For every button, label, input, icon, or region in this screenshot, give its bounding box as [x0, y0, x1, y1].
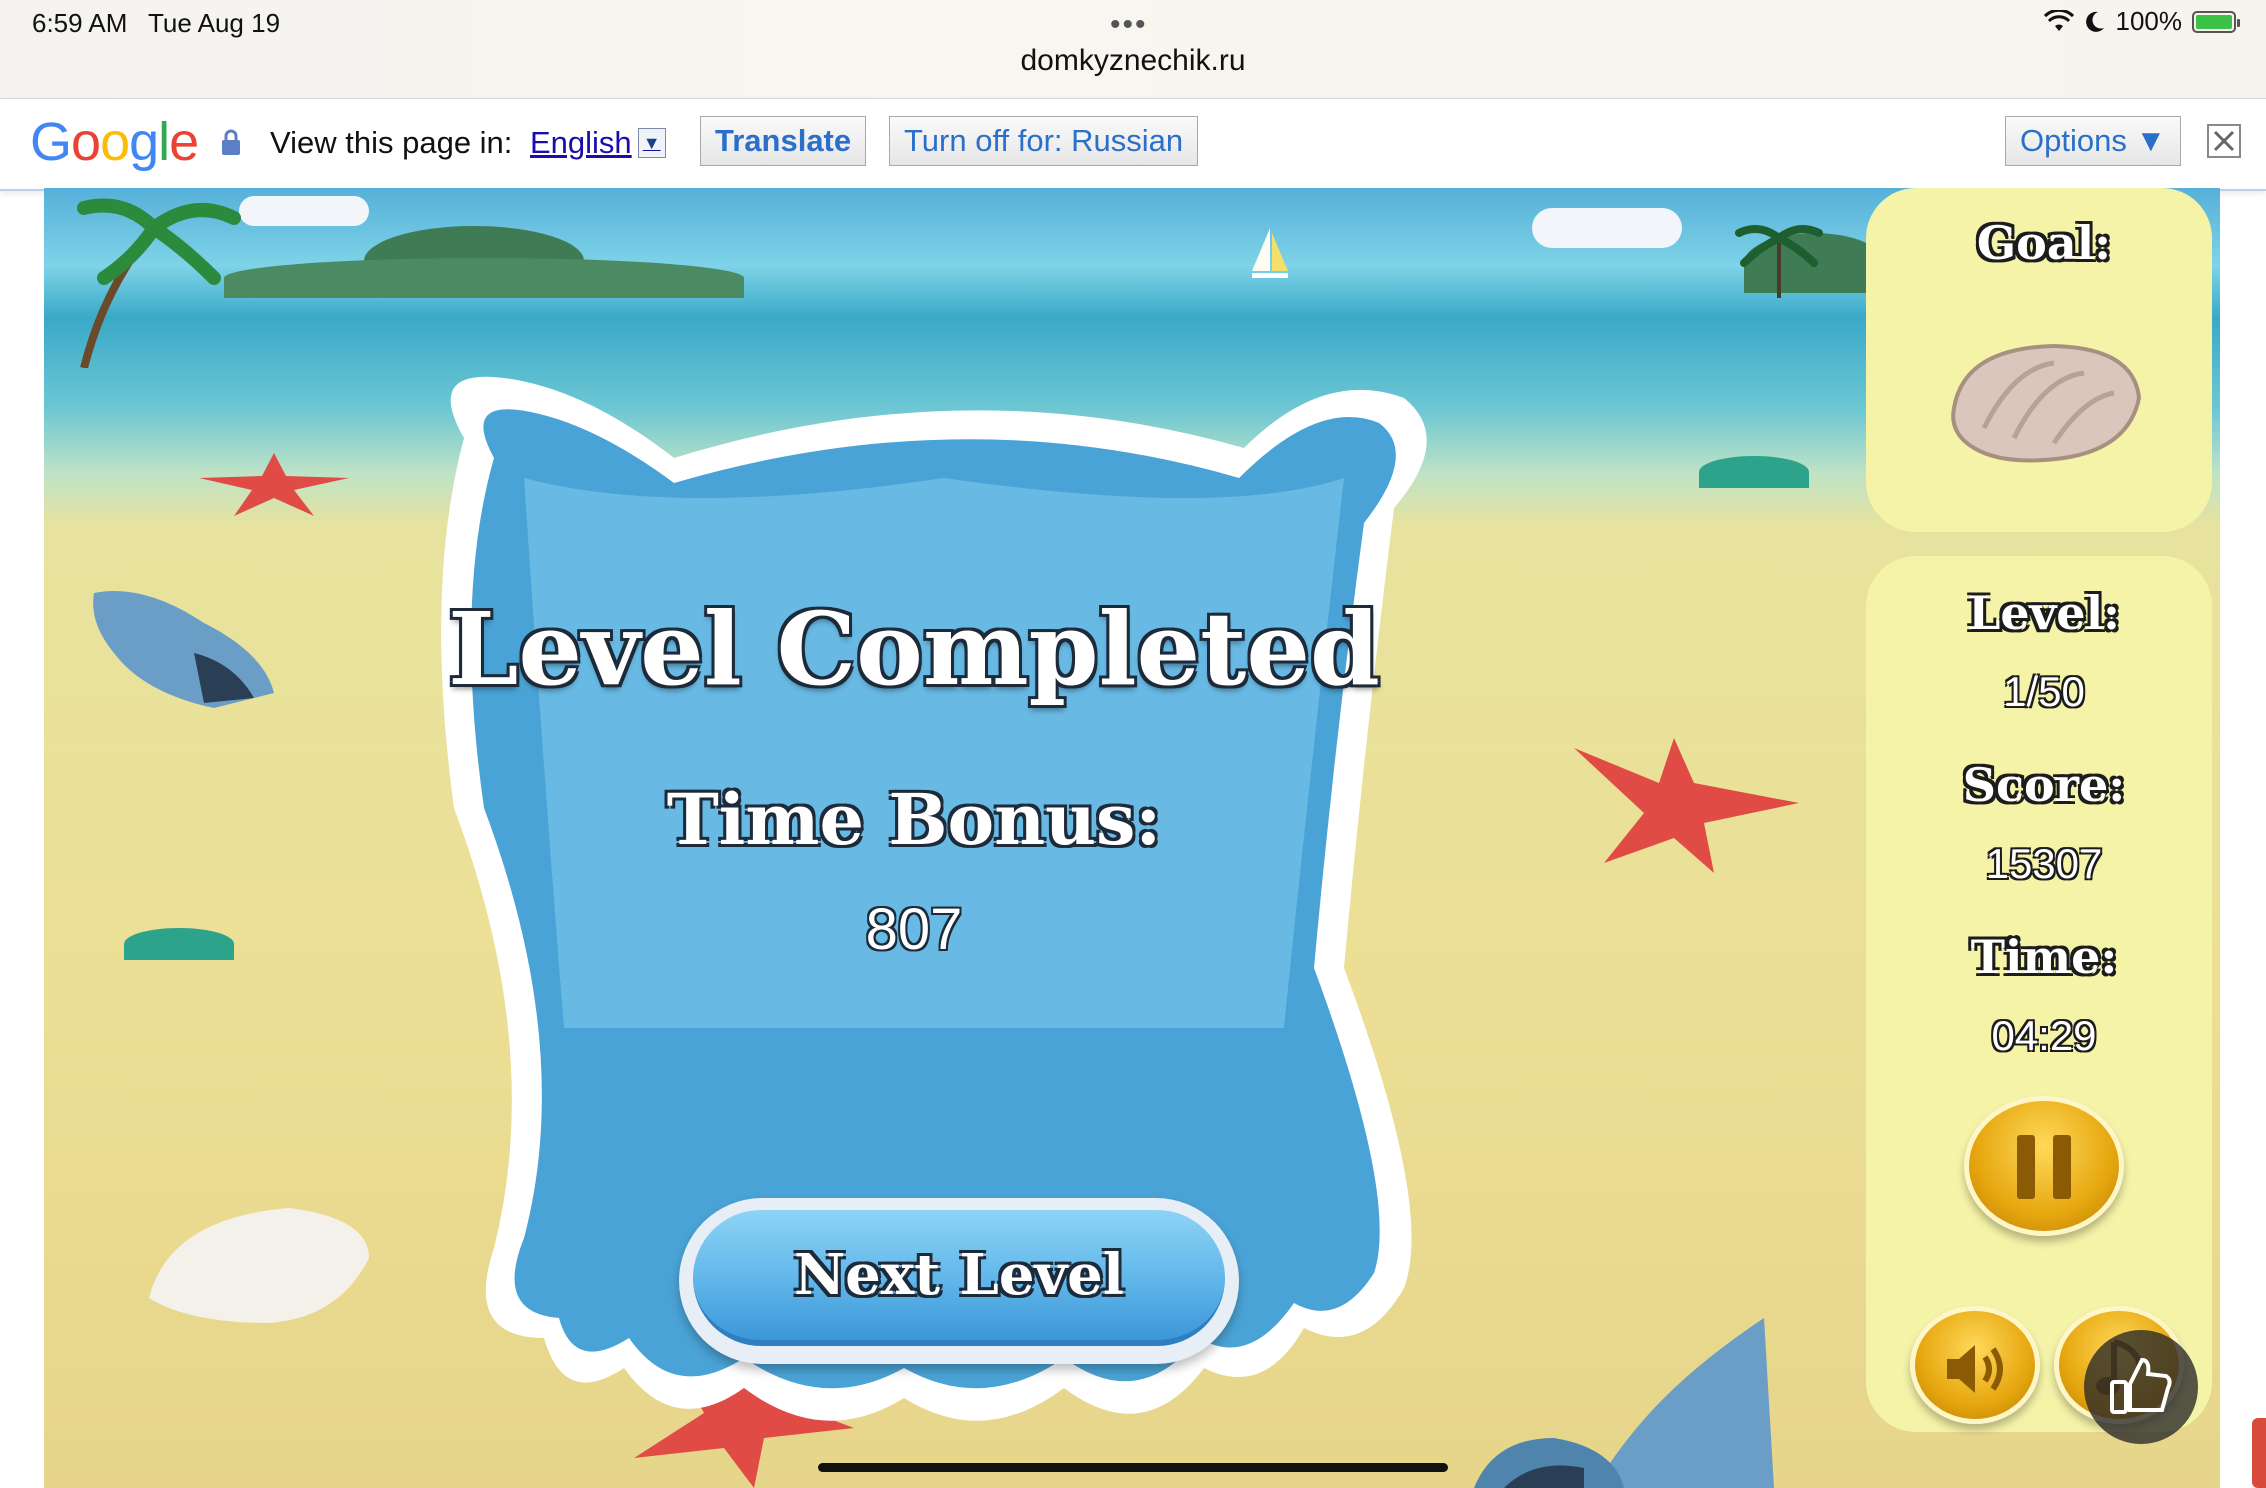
seashell-icon — [149, 1208, 369, 1323]
score-value: 15307 — [1985, 840, 2103, 887]
url-label[interactable]: domkyznechik.ru — [0, 44, 2266, 78]
language-value[interactable]: English — [530, 125, 632, 161]
cloud — [239, 196, 369, 226]
sand-mound — [124, 928, 234, 960]
level-value: 1/50 — [2003, 668, 2085, 715]
side-tab[interactable] — [2252, 1418, 2266, 1488]
time-label: Time: — [1970, 930, 2118, 984]
status-date: Tue Aug 19 — [148, 8, 281, 38]
game-canvas: Level Completed Time Bonus: 807 Next Lev… — [44, 188, 2220, 1488]
time-value: 04:29 — [1991, 1012, 2097, 1059]
chevron-down-icon[interactable]: ▼ — [637, 128, 666, 158]
view-page-text: View this page in: — [270, 125, 513, 160]
time-bonus-label: Time Bonus: — [666, 778, 1162, 861]
lock-icon — [222, 129, 240, 155]
time-bonus-value: 807 — [865, 897, 963, 962]
next-level-button[interactable]: Next Level — [679, 1198, 1239, 1364]
status-time: 6:59 AM — [32, 8, 128, 38]
starfish-icon — [199, 453, 349, 516]
sand-mound — [1699, 456, 1809, 488]
thumbs-up-icon — [2110, 1357, 2172, 1414]
wifi-icon — [2043, 9, 2074, 31]
pause-icon — [2017, 1135, 2071, 1199]
moon-icon — [2085, 11, 2104, 32]
pause-button[interactable] — [1964, 1096, 2124, 1236]
level-label: Level: — [1967, 586, 2121, 640]
google-logo: Google — [30, 112, 199, 172]
cloud — [1532, 208, 1682, 248]
shell-icon — [1951, 343, 2142, 463]
options-button[interactable]: Options ▼ — [2005, 116, 2182, 166]
translate-button[interactable]: Translate — [700, 116, 867, 166]
home-indicator[interactable] — [818, 1463, 1448, 1472]
next-level-label[interactable]: Next Level — [679, 1242, 1239, 1308]
palm-tree-icon — [1735, 225, 1823, 298]
status-indicators: 100% — [2043, 6, 2240, 37]
language-select[interactable]: English ▼ — [530, 125, 666, 161]
battery-icon — [2192, 10, 2240, 33]
battery-percent: 100% — [2115, 6, 2183, 36]
status-bar: 6:59 AM Tue Aug 19 ••• 100% domkyznechik… — [0, 0, 2266, 98]
sound-button[interactable] — [1910, 1306, 2040, 1424]
feedback-button[interactable] — [2084, 1330, 2198, 1444]
seashell-icon — [93, 591, 274, 708]
multitask-dots[interactable]: ••• — [1110, 8, 1148, 42]
turn-off-button[interactable]: Turn off for: Russian — [889, 116, 1199, 166]
sound-icon — [1947, 1345, 2003, 1393]
score-label: Score: — [1962, 758, 2126, 812]
starfish-icon — [1574, 738, 1799, 873]
translate-bar: Google View this page in: English ▼ Trans… — [0, 98, 2266, 191]
level-completed-title: Level Completed — [448, 590, 1380, 708]
goal-label: Goal: — [1976, 216, 2112, 270]
palm-tree-icon — [77, 198, 241, 368]
close-icon[interactable] — [2207, 124, 2241, 158]
